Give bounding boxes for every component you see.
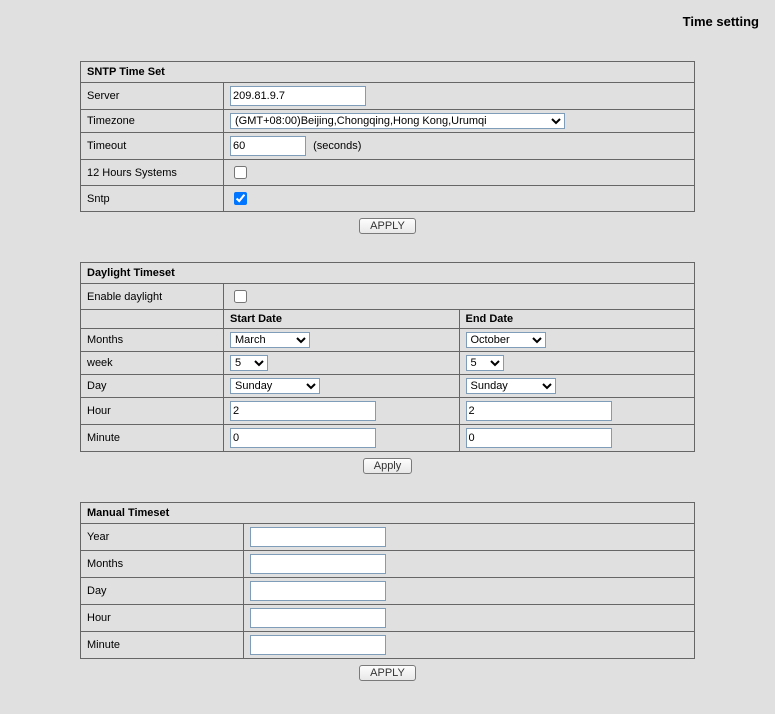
end-minute-input[interactable]: [466, 428, 612, 448]
server-input[interactable]: [230, 86, 366, 106]
daylight-minute-label: Minute: [81, 425, 224, 452]
sntp-section-title: SNTP Time Set: [81, 62, 695, 83]
manual-year-input[interactable]: [250, 527, 386, 547]
enable-daylight-checkbox[interactable]: [234, 290, 247, 303]
hours12-label: 12 Hours Systems: [81, 160, 224, 186]
sntp-apply-button[interactable]: APPLY: [359, 218, 416, 234]
enable-daylight-label: Enable daylight: [81, 284, 224, 310]
daylight-apply-button[interactable]: Apply: [363, 458, 413, 474]
timeout-suffix: (seconds): [313, 140, 361, 152]
daylight-section: Daylight Timeset Enable daylight Start D…: [80, 262, 695, 474]
manual-minute-input[interactable]: [250, 635, 386, 655]
manual-hour-label: Hour: [81, 605, 244, 632]
end-day-select[interactable]: Sunday: [466, 378, 556, 394]
manual-hour-input[interactable]: [250, 608, 386, 628]
start-week-select[interactable]: 5: [230, 355, 268, 371]
sntp-table: SNTP Time Set Server Timezone (GMT+08:00…: [80, 61, 695, 212]
manual-year-label: Year: [81, 524, 244, 551]
start-day-select[interactable]: Sunday: [230, 378, 320, 394]
end-month-select[interactable]: October: [466, 332, 546, 348]
daylight-week-label: week: [81, 352, 224, 375]
timeout-input[interactable]: [230, 136, 306, 156]
daylight-blank-header: [81, 310, 224, 329]
end-hour-input[interactable]: [466, 401, 612, 421]
timezone-select[interactable]: (GMT+08:00)Beijing,Chongqing,Hong Kong,U…: [230, 113, 565, 129]
page-title: Time setting: [0, 0, 775, 33]
start-month-select[interactable]: March: [230, 332, 310, 348]
daylight-months-label: Months: [81, 329, 224, 352]
end-week-select[interactable]: 5: [466, 355, 504, 371]
start-hour-input[interactable]: [230, 401, 376, 421]
daylight-table: Daylight Timeset Enable daylight Start D…: [80, 262, 695, 452]
manual-table: Manual Timeset Year Months Day Hour Minu…: [80, 502, 695, 659]
daylight-day-label: Day: [81, 375, 224, 398]
server-label: Server: [81, 83, 224, 110]
manual-minute-label: Minute: [81, 632, 244, 659]
hours12-checkbox[interactable]: [234, 166, 247, 179]
start-minute-input[interactable]: [230, 428, 376, 448]
manual-day-input[interactable]: [250, 581, 386, 601]
start-date-header: Start Date: [224, 310, 460, 329]
timezone-label: Timezone: [81, 110, 224, 133]
daylight-section-title: Daylight Timeset: [81, 263, 695, 284]
manual-months-label: Months: [81, 551, 244, 578]
daylight-hour-label: Hour: [81, 398, 224, 425]
sntp-label: Sntp: [81, 186, 224, 212]
manual-section-title: Manual Timeset: [81, 503, 695, 524]
manual-section: Manual Timeset Year Months Day Hour Minu…: [80, 502, 695, 681]
sntp-checkbox[interactable]: [234, 192, 247, 205]
timeout-label: Timeout: [81, 133, 224, 160]
manual-apply-button[interactable]: APPLY: [359, 665, 416, 681]
end-date-header: End Date: [459, 310, 695, 329]
sntp-section: SNTP Time Set Server Timezone (GMT+08:00…: [80, 61, 695, 234]
manual-day-label: Day: [81, 578, 244, 605]
manual-months-input[interactable]: [250, 554, 386, 574]
